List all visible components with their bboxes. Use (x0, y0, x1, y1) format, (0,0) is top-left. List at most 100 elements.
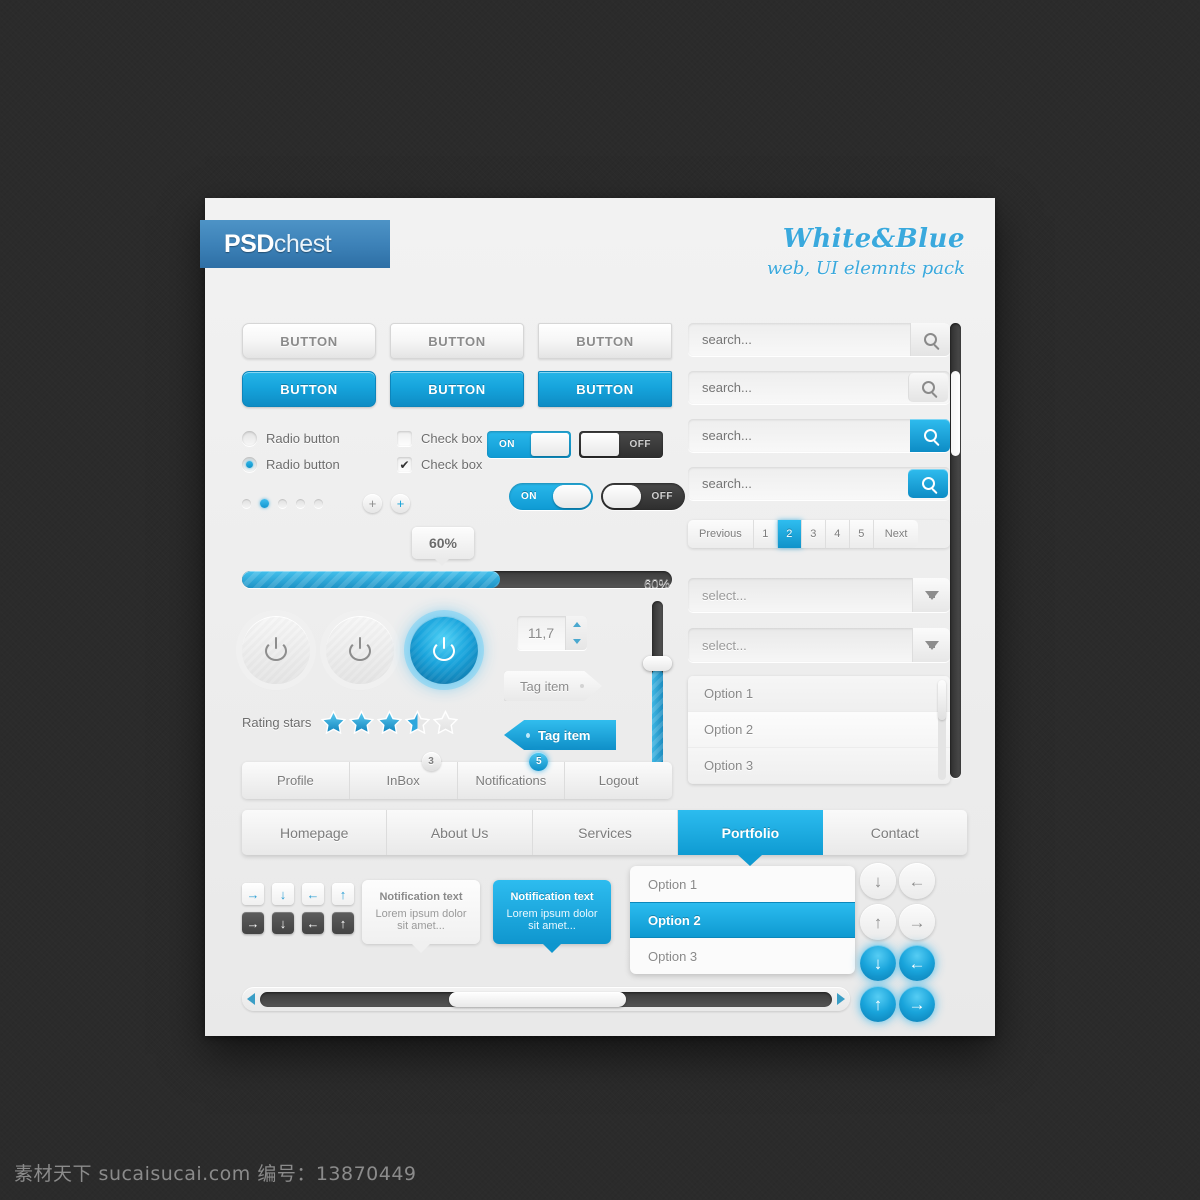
power-button-off-2[interactable] (326, 616, 394, 684)
rating-star[interactable] (377, 710, 403, 734)
arrow-down-icon-dark-button[interactable]: ↓ (272, 912, 294, 934)
scroll-right-arrow-icon[interactable] (837, 993, 845, 1005)
tag-item-gray[interactable]: Tag item (504, 671, 602, 701)
arrow-down-icon-light-button[interactable]: ↓ (272, 883, 294, 905)
search-input-4[interactable] (688, 467, 906, 500)
button-blue-2[interactable]: BUTTON (390, 371, 524, 407)
search-field-2[interactable] (688, 371, 950, 404)
stepper-up-button[interactable] (566, 616, 587, 633)
search-input-3[interactable] (688, 419, 910, 452)
dropdown-item-option-2-active[interactable]: Option 2 (630, 902, 855, 938)
pager-dot-active[interactable] (260, 499, 269, 508)
pagination-next[interactable]: Next (873, 520, 919, 548)
toggle-round-on[interactable]: ON (509, 483, 593, 510)
rating-star[interactable] (321, 710, 347, 734)
progress-bar[interactable] (242, 571, 672, 588)
arrow-down-icon-round-gray[interactable]: ↓ (860, 863, 896, 899)
vertical-scrollbar[interactable] (950, 323, 961, 778)
toggle-square-on[interactable]: ON (487, 431, 571, 458)
nav-item-portfolio-active[interactable]: Portfolio (678, 810, 823, 866)
number-stepper[interactable]: 11,7 (517, 616, 587, 650)
arrow-up-icon-dark-button[interactable]: ↑ (332, 912, 354, 934)
pagination-page-3[interactable]: 3 (801, 520, 826, 548)
pagination-previous[interactable]: Previous (688, 520, 754, 548)
vertical-scrollbar-thumb[interactable] (951, 371, 960, 456)
toggle-round-off[interactable]: OFF (601, 483, 685, 510)
tab-notifications[interactable]: Notifications 5 (457, 752, 566, 799)
nav-item-about-us[interactable]: About Us (387, 810, 533, 855)
arrow-right-icon-round-gray[interactable]: → (899, 904, 935, 940)
button-blue-1[interactable]: BUTTON (242, 371, 376, 407)
option-list-item-1[interactable]: Option 1 (688, 676, 950, 712)
dropdown-item-option-3[interactable]: Option 3 (630, 938, 855, 974)
toggle-knob[interactable] (531, 433, 569, 456)
search-button-2[interactable] (908, 373, 948, 402)
toggle-knob[interactable] (581, 433, 619, 456)
rating-star[interactable] (433, 710, 459, 734)
select-2-arrow-button[interactable] (912, 628, 950, 662)
pagination-page-4[interactable]: 4 (825, 520, 850, 548)
arrow-right-icon-light-button[interactable]: → (242, 883, 264, 905)
pagination-page-5[interactable]: 5 (849, 520, 874, 548)
search-field-1[interactable] (688, 323, 950, 356)
arrow-down-icon-round-blue[interactable]: ↓ (860, 945, 896, 981)
arrow-right-icon-round-blue[interactable]: → (899, 986, 935, 1022)
arrow-left-icon-dark-button[interactable]: ← (302, 912, 324, 934)
pagination-page-1[interactable]: 1 (753, 520, 778, 548)
tab-inbox[interactable]: InBox 3 (349, 752, 458, 799)
scroll-left-arrow-icon[interactable] (247, 993, 255, 1005)
checkbox-icon-checked[interactable]: ✔ (397, 457, 412, 472)
search-input-2[interactable] (688, 371, 906, 404)
option-list-item-3[interactable]: Option 3 (688, 748, 950, 784)
rating-star[interactable] (349, 710, 375, 734)
dropdown-item-option-1[interactable]: Option 1 (630, 866, 855, 902)
vertical-slider-handle[interactable] (642, 655, 672, 671)
search-input-1[interactable] (688, 323, 910, 356)
arrow-up-icon-light-button[interactable]: ↑ (332, 883, 354, 905)
pagination-page-2-active[interactable]: 2 (777, 520, 802, 548)
toggle-knob[interactable] (553, 485, 591, 508)
pager-dot[interactable] (314, 499, 323, 508)
radio-icon-checked[interactable] (242, 457, 257, 472)
radio-icon-unchecked[interactable] (242, 431, 257, 446)
tab-logout[interactable]: Logout (565, 762, 672, 799)
select-2[interactable]: select... (688, 628, 950, 662)
nav-item-homepage[interactable]: Homepage (242, 810, 388, 855)
search-button-1[interactable] (910, 323, 950, 356)
button-gray-1[interactable]: BUTTON (242, 323, 376, 359)
option-list-item-2[interactable]: Option 2 (688, 712, 950, 748)
search-button-3[interactable] (910, 419, 950, 452)
plus-icon-gray[interactable]: + (363, 494, 382, 513)
button-blue-3[interactable]: BUTTON (538, 371, 672, 407)
pager-dot[interactable] (278, 499, 287, 508)
horizontal-scrollbar-thumb[interactable] (448, 991, 627, 1007)
horizontal-scrollbar[interactable] (242, 987, 850, 1011)
arrow-left-icon-round-gray[interactable]: ← (899, 863, 935, 899)
arrow-up-icon-round-blue[interactable]: ↑ (860, 986, 896, 1022)
button-gray-3[interactable]: BUTTON (538, 323, 672, 359)
option-list-scrollbar[interactable] (938, 680, 946, 780)
search-field-3[interactable] (688, 419, 950, 452)
rating-star[interactable] (405, 710, 431, 734)
pager-dot[interactable] (242, 499, 251, 508)
toggle-square-off[interactable]: OFF (579, 431, 663, 458)
select-1[interactable]: select... (688, 578, 950, 612)
option-list-scroll-thumb[interactable] (938, 680, 946, 720)
power-button-on[interactable] (410, 616, 478, 684)
horizontal-scrollbar-track[interactable] (260, 991, 832, 1007)
toggle-knob[interactable] (603, 485, 641, 508)
pager-dot[interactable] (296, 499, 305, 508)
button-gray-2[interactable]: BUTTON (390, 323, 524, 359)
power-button-off-1[interactable] (242, 616, 310, 684)
arrow-right-icon-dark-button[interactable]: → (242, 912, 264, 934)
nav-item-services[interactable]: Services (532, 810, 679, 855)
select-1-arrow-button[interactable] (912, 578, 950, 612)
arrow-left-icon-round-blue[interactable]: ← (899, 945, 935, 981)
arrow-up-icon-round-gray[interactable]: ↑ (860, 904, 896, 940)
vertical-slider-track[interactable] (642, 601, 672, 771)
search-button-4[interactable] (908, 469, 948, 498)
arrow-left-icon-light-button[interactable]: ← (302, 883, 324, 905)
radio-option-2[interactable]: Radio button (242, 457, 367, 472)
nav-item-contact[interactable]: Contact (822, 810, 968, 855)
radio-option-1[interactable]: Radio button (242, 431, 367, 446)
